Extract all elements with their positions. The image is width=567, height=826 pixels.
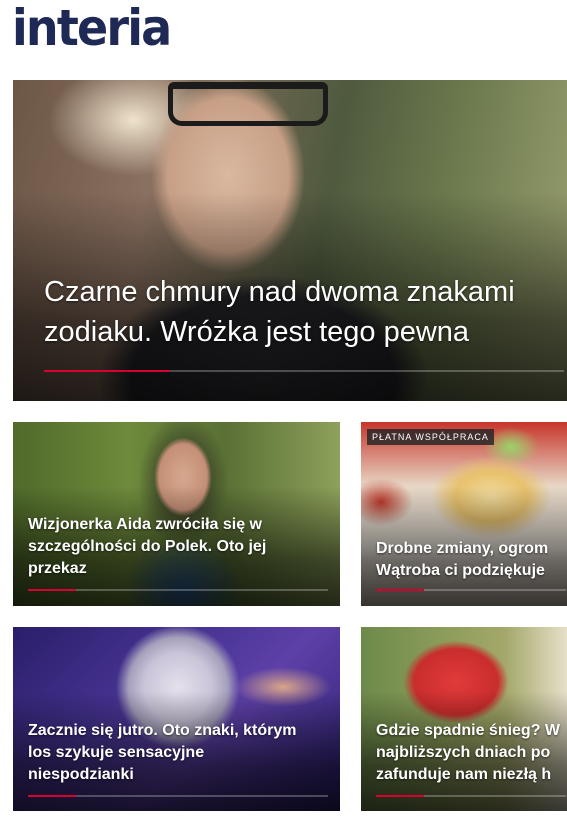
article-title[interactable]: Wizjonerka Aida zwróciła się w szczególn…: [28, 514, 328, 580]
article-divider: [28, 589, 328, 591]
article-divider: [376, 589, 566, 591]
article-title[interactable]: Zacznie się jutro. Oto znaki, którym los…: [28, 720, 328, 786]
article-card[interactable]: Wizjonerka Aida zwróciła się w szczególn…: [13, 422, 340, 606]
sponsored-badge: PŁATNA WSPÓŁPRACA: [367, 429, 494, 445]
article-divider: [376, 795, 566, 797]
article-card[interactable]: Gdzie spadnie śnieg? W najbliższych dnia…: [361, 627, 567, 811]
hero-article-card[interactable]: Czarne chmury nad dwoma znakami zodiaku.…: [13, 80, 567, 401]
article-accent: [376, 795, 424, 797]
hero-article-title[interactable]: Czarne chmury nad dwoma znakami zodiaku.…: [44, 272, 564, 352]
hero-article-accent: [44, 370, 170, 372]
article-accent: [28, 795, 76, 797]
article-title[interactable]: Gdzie spadnie śnieg? W najbliższych dnia…: [376, 720, 567, 786]
article-divider: [28, 795, 328, 797]
hero-article-gradient: [13, 80, 567, 401]
article-accent: [376, 589, 424, 591]
article-accent: [28, 589, 76, 591]
article-card[interactable]: Zacznie się jutro. Oto znaki, którym los…: [13, 627, 340, 811]
interia-logo[interactable]: interia: [12, 0, 196, 56]
sponsored-article-card[interactable]: PŁATNA WSPÓŁPRACA Drobne zmiany, ogrom W…: [361, 422, 567, 606]
hero-article-divider: [44, 370, 564, 372]
article-title[interactable]: Drobne zmiany, ogrom Wątroba ci podzięku…: [376, 538, 567, 582]
